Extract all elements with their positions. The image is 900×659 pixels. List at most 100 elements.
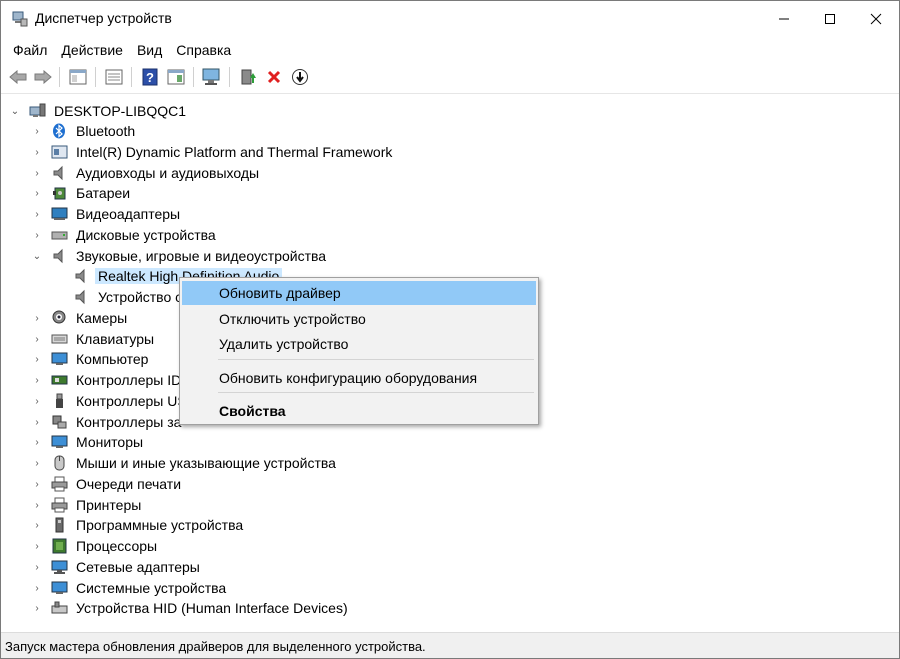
svg-text:?: ? <box>146 70 154 85</box>
expand-arrow-icon[interactable]: › <box>31 394 43 408</box>
details-icon[interactable] <box>103 66 125 88</box>
tree-item-monitors[interactable]: › Мониторы <box>1 432 881 452</box>
network-icon <box>51 559 68 575</box>
disable-icon[interactable] <box>289 66 311 88</box>
toolbar: ? <box>1 63 899 91</box>
speaker-icon <box>51 165 68 181</box>
expand-arrow-icon[interactable]: › <box>31 456 43 470</box>
mouse-icon <box>51 455 68 471</box>
system-device-icon <box>51 580 68 596</box>
menu-bar: Файл Действие Вид Справка <box>1 39 237 61</box>
expand-arrow-icon[interactable]: › <box>31 166 43 180</box>
tree-item-audio-io[interactable]: › Аудиовходы и аудиовыходы <box>1 163 881 183</box>
ctx-scan-hardware[interactable]: Обновить конфигурацию оборудования <box>182 366 536 390</box>
ctx-properties[interactable]: Свойства <box>182 399 536 423</box>
disk-icon <box>51 227 68 243</box>
tree-item-mice[interactable]: › Мыши и иные указывающие устройства <box>1 453 881 473</box>
forward-icon[interactable] <box>32 66 54 88</box>
minimize-button[interactable] <box>761 1 807 37</box>
collapse-arrow-icon[interactable]: ⌄ <box>9 104 21 118</box>
properties-icon[interactable] <box>67 66 89 88</box>
bluetooth-icon <box>51 123 68 139</box>
expand-arrow-icon[interactable]: › <box>31 207 43 221</box>
tree-item-hid[interactable]: › Устройства HID (Human Interface Device… <box>1 598 881 618</box>
expand-arrow-icon[interactable]: › <box>31 581 43 595</box>
uninstall-icon[interactable] <box>263 66 285 88</box>
device-manager-icon <box>11 10 29 28</box>
keyboard-icon <box>51 331 68 347</box>
software-device-icon <box>51 517 68 533</box>
expand-arrow-icon[interactable]: › <box>31 332 43 346</box>
update-driver-icon[interactable] <box>237 66 259 88</box>
expand-arrow-icon[interactable]: › <box>31 435 43 449</box>
view-icon[interactable] <box>165 66 187 88</box>
menu-view[interactable]: Вид <box>131 39 168 61</box>
expand-arrow-icon[interactable]: › <box>31 352 43 366</box>
tree-item-system-devices[interactable]: › Системные устройства <box>1 578 881 598</box>
printer-icon <box>51 497 68 513</box>
expand-arrow-icon[interactable]: › <box>31 186 43 200</box>
expand-arrow-icon[interactable]: › <box>31 518 43 532</box>
camera-icon <box>51 310 68 326</box>
speaker-icon <box>51 248 68 264</box>
tree-item-print-queues[interactable]: › Очереди печати <box>1 474 881 494</box>
help-icon[interactable]: ? <box>139 66 161 88</box>
storage-controller-icon <box>51 414 68 430</box>
tree-item-sound-video[interactable]: ⌄ Звуковые, игровые и видеоустройства <box>1 246 881 266</box>
hid-icon <box>51 600 68 616</box>
processor-icon <box>51 538 68 554</box>
monitor-icon <box>51 434 68 450</box>
tree-item-processors[interactable]: › Процессоры <box>1 536 881 556</box>
speaker-icon <box>73 289 90 305</box>
expand-arrow-icon[interactable]: › <box>31 311 43 325</box>
status-bar: Запуск мастера обновления драйверов для … <box>1 632 899 658</box>
expand-arrow-icon[interactable]: › <box>31 498 43 512</box>
expand-arrow-icon[interactable]: › <box>31 228 43 242</box>
menu-help[interactable]: Справка <box>170 39 237 61</box>
ctx-separator <box>218 359 534 360</box>
expand-arrow-icon[interactable]: › <box>31 477 43 491</box>
expand-arrow-icon[interactable]: › <box>31 124 43 138</box>
context-menu: Обновить драйвер Отключить устройство Уд… <box>179 277 539 425</box>
display-adapter-icon <box>51 206 68 222</box>
tree-item-bluetooth[interactable]: › Bluetooth <box>1 121 881 141</box>
menu-file[interactable]: Файл <box>7 39 53 61</box>
monitor-icon <box>51 351 68 367</box>
tree-root[interactable]: ⌄ DESKTOP-LIBQQC1 <box>1 101 881 121</box>
back-icon[interactable] <box>7 66 29 88</box>
expand-arrow-icon[interactable]: › <box>31 539 43 553</box>
scan-icon[interactable] <box>201 66 223 88</box>
maximize-button[interactable] <box>807 1 853 37</box>
controller-icon <box>51 372 68 388</box>
ctx-separator <box>218 392 534 393</box>
tree-item-video-adapters[interactable]: › Видеоадаптеры <box>1 204 881 224</box>
collapse-arrow-icon[interactable]: ⌄ <box>31 249 43 263</box>
tree-item-intel-dptf[interactable]: › Intel(R) Dynamic Platform and Thermal … <box>1 142 881 162</box>
status-text: Запуск мастера обновления драйверов для … <box>5 639 426 654</box>
expand-arrow-icon[interactable]: › <box>31 601 43 615</box>
printer-icon <box>51 476 68 492</box>
expand-arrow-icon[interactable]: › <box>31 145 43 159</box>
ctx-disable-device[interactable]: Отключить устройство <box>182 307 536 331</box>
battery-icon <box>51 185 68 201</box>
device-manager-window: Диспетчер устройств Файл Действие Вид Сп… <box>0 0 900 659</box>
close-button[interactable] <box>853 1 899 37</box>
tree-root-label: DESKTOP-LIBQQC1 <box>54 103 187 119</box>
tree-item-printers[interactable]: › Принтеры <box>1 495 881 515</box>
expand-arrow-icon[interactable]: › <box>31 415 43 429</box>
tree-item-batteries[interactable]: › Батареи <box>1 183 881 203</box>
tree-item-disk-drives[interactable]: › Дисковые устройства <box>1 225 881 245</box>
window-title: Диспетчер устройств <box>35 10 172 26</box>
ctx-uninstall-device[interactable]: Удалить устройство <box>182 332 536 356</box>
usb-icon <box>51 393 68 409</box>
expand-arrow-icon[interactable]: › <box>31 373 43 387</box>
speaker-icon <box>73 268 90 284</box>
tree-item-software-devices[interactable]: › Программные устройства <box>1 515 881 535</box>
computer-icon <box>29 103 46 119</box>
expand-arrow-icon[interactable]: › <box>31 560 43 574</box>
title-bar: Диспетчер устройств <box>1 1 899 37</box>
menu-action[interactable]: Действие <box>55 39 129 61</box>
tree-item-network-adapters[interactable]: › Сетевые адаптеры <box>1 557 881 577</box>
framework-icon <box>51 144 68 160</box>
ctx-update-driver[interactable]: Обновить драйвер <box>182 281 536 305</box>
